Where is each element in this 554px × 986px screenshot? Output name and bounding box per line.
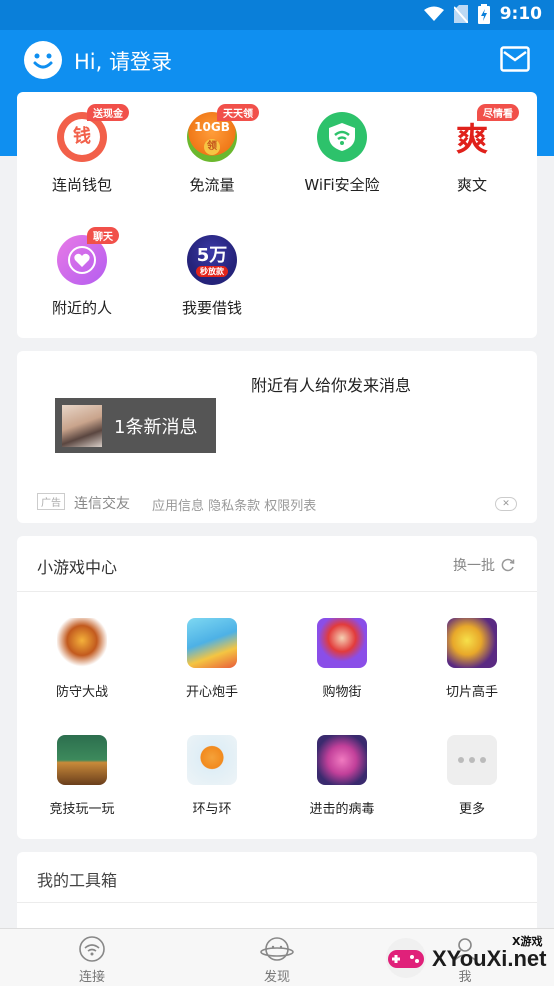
game-item[interactable]: 开心炮手 (147, 618, 277, 700)
nav-discover[interactable]: 发现 (232, 935, 322, 985)
nav-connect[interactable]: 连接 (47, 935, 137, 985)
game-label: 环与环 (192, 802, 232, 817)
badge: 送现金 (87, 104, 129, 121)
clock: 9:10 (499, 4, 542, 24)
watermark-tag: X游戏 (512, 935, 543, 948)
cannon-game-icon (187, 618, 237, 668)
message-card[interactable]: 附近有人给你发来消息 1条新消息 广告 连信交友 应用信息 隐私条款 权限列表 … (17, 351, 537, 523)
free-data-amount: 10GB (194, 120, 230, 134)
divider (17, 902, 537, 903)
game-item-more[interactable]: 更多 (407, 735, 537, 817)
mini-games-card: 小游戏中心 换一批 防守大战 开心炮手 购物街 切片高手 竞技玩一玩 环与环 进… (17, 536, 537, 839)
mail-icon (500, 46, 530, 72)
sender-photo (62, 404, 102, 447)
service-nearby[interactable]: 聊天 附近的人 (17, 227, 147, 318)
new-message-button[interactable]: 1条新消息 (55, 398, 216, 453)
game-label: 更多 (458, 802, 485, 817)
ad-tag: 广告 (37, 493, 65, 510)
ad-close-button[interactable]: ✕ (495, 497, 517, 511)
defense-game-icon (57, 618, 107, 668)
login-prompt[interactable]: Hi, 请登录 (74, 46, 172, 76)
service-label: 连尚钱包 (51, 176, 112, 194)
wifi-signal-icon (423, 6, 444, 21)
service-label: WiFi安全险 (304, 176, 380, 194)
free-data-icon: 10GB 领 天天领 (187, 104, 259, 162)
refresh-label: 换一批 (453, 558, 495, 574)
badge: 聊天 (87, 227, 119, 244)
game-item[interactable]: 进击的病毒 (277, 735, 407, 817)
service-novel[interactable]: 爽 尽情看 爽文 (407, 104, 537, 195)
arena-game-icon (57, 735, 107, 785)
heart-icon: 聊天 (57, 227, 119, 285)
toolbox-title: 我的工具箱 (37, 871, 118, 890)
slice-game-icon (447, 618, 497, 668)
battery-icon (477, 4, 490, 24)
games-title: 小游戏中心 (37, 558, 118, 577)
shopping-game-icon (317, 618, 367, 668)
planet-icon (260, 937, 294, 961)
service-label: 爽文 (456, 176, 487, 194)
service-wifi-insurance[interactable]: WiFi安全险 (277, 112, 407, 195)
wifi-shield-icon (317, 112, 367, 162)
new-message-label: 1条新消息 (114, 416, 198, 438)
watermark: XYouXi.net X游戏 (384, 930, 554, 986)
services-card: 钱 送现金 连尚钱包 10GB 领 天天领 免流量 WiFi安全险 爽 尽情看 … (17, 92, 537, 338)
refresh-button[interactable]: 换一批 (453, 555, 515, 575)
wifi-icon (79, 936, 105, 962)
ad-name: 连信交友 (74, 496, 130, 512)
service-label: 附近的人 (51, 299, 112, 317)
game-item[interactable]: 环与环 (147, 735, 277, 817)
ring-game-icon (187, 735, 237, 785)
nav-label: 连接 (78, 970, 105, 985)
game-label: 切片高手 (445, 685, 498, 700)
game-item[interactable]: 购物街 (277, 618, 407, 700)
no-sim-icon (453, 5, 468, 23)
virus-game-icon (317, 735, 367, 785)
loan-sub: 秒放款 (196, 266, 228, 277)
refresh-icon (501, 558, 515, 572)
game-item[interactable]: 防守大战 (17, 618, 147, 700)
games-header: 小游戏中心 换一批 (17, 536, 537, 592)
watermark-logo (386, 938, 426, 978)
game-item[interactable]: 竞技玩一玩 (17, 735, 147, 817)
game-label: 竞技玩一玩 (49, 802, 115, 817)
game-label: 防守大战 (55, 685, 108, 700)
badge: 天天领 (217, 104, 259, 121)
novel-icon: 爽 尽情看 (447, 104, 519, 162)
free-data-coin: 领 (204, 139, 220, 155)
nav-label: 发现 (263, 970, 290, 985)
game-item[interactable]: 切片高手 (407, 618, 537, 700)
game-label: 开心炮手 (185, 685, 238, 700)
game-label: 进击的病毒 (309, 802, 375, 817)
ad-links[interactable]: 应用信息 隐私条款 权限列表 (152, 495, 316, 514)
game-label: 购物街 (322, 685, 362, 700)
loan-amount: 5万 (196, 245, 228, 266)
more-icon (447, 735, 497, 785)
service-loan[interactable]: 5万 秒放款 我要借钱 (147, 235, 277, 318)
service-wallet[interactable]: 钱 送现金 连尚钱包 (17, 104, 147, 195)
badge: 尽情看 (477, 104, 519, 121)
service-label: 我要借钱 (181, 299, 242, 317)
wallet-icon-glyph: 钱 (64, 119, 100, 155)
smile-icon (33, 53, 53, 69)
service-label: 免流量 (189, 176, 235, 194)
avatar[interactable] (24, 41, 62, 79)
loan-icon: 5万 秒放款 (187, 235, 237, 285)
wallet-icon: 钱 送现金 (57, 104, 129, 162)
watermark-brand: XYouXi.net (432, 946, 547, 971)
mail-button[interactable] (500, 46, 530, 76)
status-bar: 9:10 (0, 0, 554, 30)
message-title: 附近有人给你发来消息 (251, 376, 412, 395)
service-free-data[interactable]: 10GB 领 天天领 免流量 (147, 104, 277, 195)
